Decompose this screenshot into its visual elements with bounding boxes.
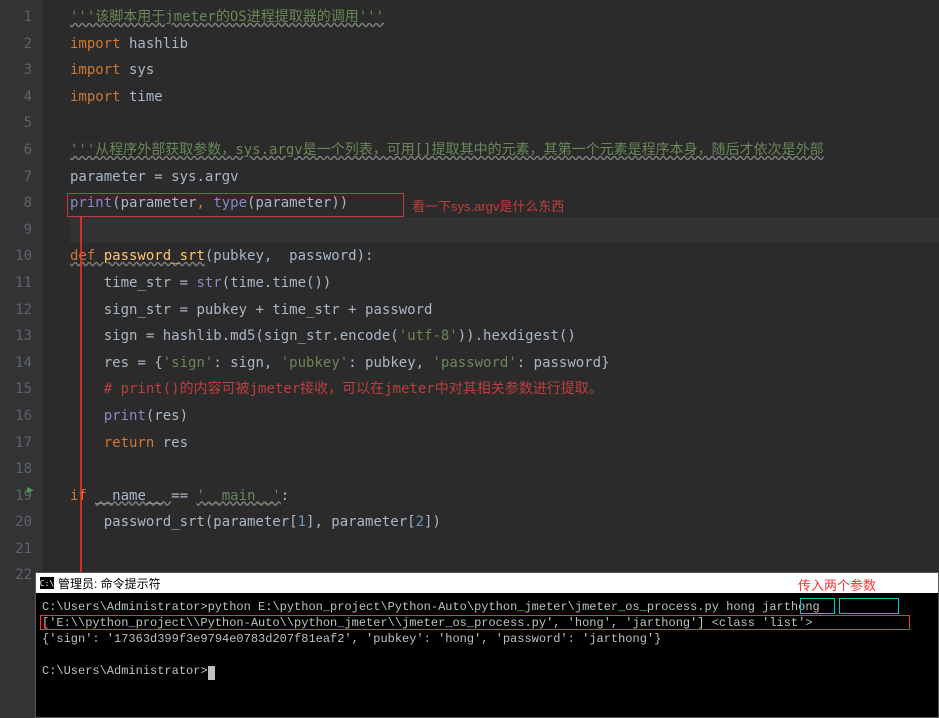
terminal-window: C:\ 管理员: 命令提示符 C:\Users\Administrator>py… bbox=[35, 572, 939, 718]
module: time bbox=[121, 89, 163, 105]
terminal-cursor bbox=[208, 666, 215, 680]
line-number: 6 bbox=[0, 137, 42, 164]
expression: pubkey + time_str + password bbox=[196, 302, 432, 318]
module: hashlib bbox=[121, 36, 188, 52]
indent bbox=[70, 435, 104, 451]
line-number: 9 bbox=[0, 217, 42, 244]
line-number: 5 bbox=[0, 110, 42, 137]
run-gutter-icon[interactable]: ▶ bbox=[27, 483, 34, 496]
function-name: password_srt bbox=[104, 248, 205, 264]
line-number: 2 bbox=[0, 31, 42, 58]
line-number: 3 bbox=[0, 57, 42, 84]
keyword: import bbox=[70, 62, 121, 78]
line-number: 12 bbox=[0, 297, 42, 324]
line-number: 14 bbox=[0, 350, 42, 377]
builtin-print: print bbox=[70, 195, 112, 211]
code: res bbox=[70, 355, 137, 371]
paren: ( bbox=[112, 195, 120, 211]
operator: = bbox=[154, 169, 171, 185]
code: ], parameter[ bbox=[306, 514, 416, 530]
line-number: 15 bbox=[0, 376, 42, 403]
terminal-title: 管理员: 命令提示符 bbox=[58, 575, 161, 592]
code: sign bbox=[70, 328, 146, 344]
line-number: 4 bbox=[0, 84, 42, 111]
operator: == bbox=[171, 488, 196, 504]
dunder-name: __name__ bbox=[95, 488, 171, 504]
terminal-line: C:\Users\Administrator>python E:\python_… bbox=[42, 600, 820, 614]
docstring: '''从程序外部获取参数，sys.argv是一个列表，可用[]提取其中的元素，其… bbox=[70, 142, 824, 158]
expression: sys.argv bbox=[171, 169, 238, 185]
terminal-prompt: C:\Users\Administrator> bbox=[42, 664, 208, 678]
code: time_str bbox=[70, 275, 180, 291]
call: password_srt(parameter[ bbox=[70, 514, 298, 530]
string: '__main__' bbox=[196, 488, 280, 504]
terminal-line: ['E:\\python_project\\Python-Auto\\pytho… bbox=[42, 616, 813, 630]
signature: (pubkey, password): bbox=[205, 248, 374, 264]
paren: )) bbox=[331, 195, 348, 211]
line-number: 21 bbox=[0, 536, 42, 563]
args: (res) bbox=[146, 408, 188, 424]
paren: ()) bbox=[306, 275, 331, 291]
line-number: 19 bbox=[0, 483, 42, 510]
paren: ( bbox=[222, 275, 230, 291]
operator: = bbox=[180, 302, 197, 318]
cmd-icon: C:\ bbox=[40, 577, 54, 589]
string: 'pubkey' bbox=[281, 355, 348, 371]
colon: : bbox=[281, 488, 289, 504]
line-number: 18 bbox=[0, 456, 42, 483]
keyword: import bbox=[70, 89, 121, 105]
paren: ]) bbox=[424, 514, 441, 530]
number: 1 bbox=[298, 514, 306, 530]
string: 'utf-8' bbox=[399, 328, 458, 344]
call: )).hexdigest() bbox=[458, 328, 576, 344]
docstring: '''该脚本用于jmeter的OS进程提取器的调用''' bbox=[70, 9, 384, 25]
variable: parameter bbox=[70, 169, 154, 185]
line-number: 11 bbox=[0, 270, 42, 297]
arg: parameter bbox=[255, 195, 331, 211]
keyword-return: return bbox=[104, 435, 163, 451]
indent bbox=[70, 408, 104, 424]
call: hashlib.md5(sign_str.encode( bbox=[163, 328, 399, 344]
line-number: 16 bbox=[0, 403, 42, 430]
number: 2 bbox=[416, 514, 424, 530]
builtin-type: type bbox=[213, 195, 247, 211]
line-number: 7 bbox=[0, 164, 42, 191]
keyword: import bbox=[70, 36, 121, 52]
annotation-label: 传入两个参数 bbox=[798, 575, 876, 594]
keyword-if: if bbox=[70, 488, 95, 504]
comment: # print()的内容可被jmeter接收，可以在jmeter中对其相关参数进… bbox=[70, 381, 603, 397]
builtin-str: str bbox=[196, 275, 221, 291]
builtin-print: print bbox=[104, 408, 146, 424]
operator: = bbox=[146, 328, 163, 344]
line-number: 10 bbox=[0, 243, 42, 270]
code: sign_str bbox=[70, 302, 180, 318]
line-number: 20 bbox=[0, 509, 42, 536]
line-number: 13 bbox=[0, 323, 42, 350]
code: : sign, bbox=[213, 355, 280, 371]
line-number: 8 bbox=[0, 190, 42, 217]
comma: , bbox=[196, 195, 213, 211]
string: 'sign' bbox=[163, 355, 214, 371]
brace: { bbox=[154, 355, 162, 371]
code: : pubkey, bbox=[348, 355, 432, 371]
code: : password bbox=[517, 355, 601, 371]
brace: } bbox=[601, 355, 609, 371]
call: time.time bbox=[230, 275, 306, 291]
terminal-line: {'sign': '17363d399f3e9794e0783d207f81ea… bbox=[42, 632, 661, 646]
module: sys bbox=[121, 62, 155, 78]
string: 'password' bbox=[432, 355, 516, 371]
annotation-label: 看一下sys.argv是什么东西 bbox=[412, 196, 564, 215]
line-number: 17 bbox=[0, 430, 42, 457]
keyword-def: def bbox=[70, 248, 104, 264]
variable: res bbox=[163, 435, 188, 451]
line-number: 1 bbox=[0, 4, 42, 31]
arg: parameter bbox=[121, 195, 197, 211]
operator: = bbox=[137, 355, 154, 371]
terminal-output[interactable]: C:\Users\Administrator>python E:\python_… bbox=[36, 593, 938, 685]
operator: = bbox=[180, 275, 197, 291]
